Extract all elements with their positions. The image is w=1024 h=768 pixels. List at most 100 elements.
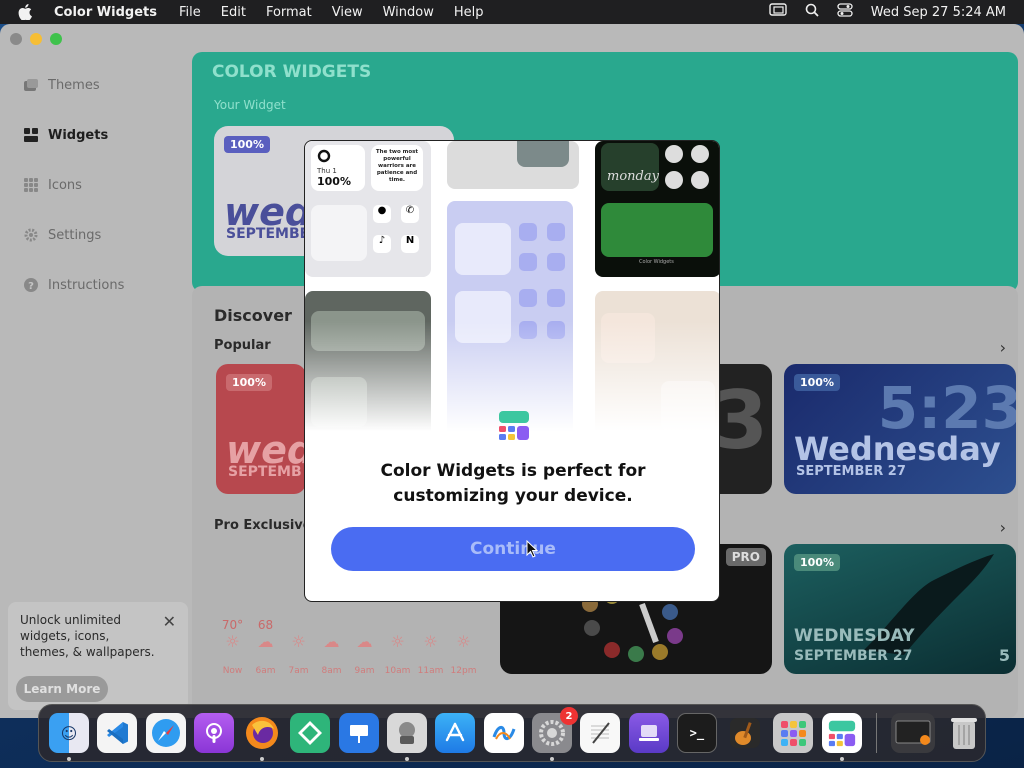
dock-terminal-icon[interactable]: >_ [676, 713, 717, 753]
sidebar-item-label: Settings [48, 227, 102, 243]
sun-icon: ☼ [291, 632, 306, 651]
weather-hour: 68 ☁ 6am [249, 618, 282, 676]
notification-badge: 2 [559, 707, 578, 725]
dock-firefox-icon[interactable] [242, 713, 282, 761]
menu-bar: Color Widgets File Edit Format View Wind… [0, 0, 1024, 24]
weather-hour: ☁ 9am [348, 618, 381, 676]
minimize-window-button[interactable] [30, 33, 42, 45]
window-controls [10, 33, 62, 45]
pro-badge: PRO [725, 548, 766, 566]
dock-freeform-icon[interactable] [483, 713, 524, 753]
dock-trash-icon[interactable] [944, 713, 984, 753]
dock-color-widgets-icon[interactable] [821, 713, 862, 761]
battery-badge: 100% [226, 374, 272, 391]
weather-hour: ☼ 10am [381, 618, 414, 676]
dock-system-settings-icon[interactable]: 2 [531, 707, 578, 761]
close-icon[interactable]: ✕ [163, 612, 176, 631]
sidebar-item-label: Themes [48, 77, 100, 93]
weather-time: 9am [354, 666, 375, 676]
preview-app-icons: ● ✆ ♪ N [373, 205, 423, 265]
color-widgets-logo-icon [499, 411, 529, 440]
preview-photo-widget [311, 205, 367, 261]
popular-widget-red[interactable]: 100% wed SEPTEMB [216, 364, 306, 494]
apple-menu-icon[interactable] [18, 4, 32, 20]
weather-time: 6am [255, 666, 276, 676]
learn-more-button[interactable]: Learn More [16, 676, 108, 702]
pro-widget-whale[interactable]: 100% WEDNESDAY SEPTEMBER 27 5 [784, 544, 1016, 674]
weather-widget[interactable]: 70° ☼ Now 68 ☁ 6am ☼ 7am ☁ 8am ☁ 9am ☼ 1… [216, 618, 480, 676]
dock-separator [876, 713, 878, 753]
spotlight-search-icon[interactable] [805, 3, 819, 21]
continue-button[interactable]: Continue [331, 527, 695, 571]
menu-format[interactable]: Format [266, 5, 312, 20]
menu-edit[interactable]: Edit [221, 5, 246, 20]
your-widget-label: Your Widget [214, 98, 286, 112]
sidebar-item-settings[interactable]: Settings [8, 210, 188, 260]
onboarding-dialog: Thu 1 100% The two most powerful warrior… [304, 140, 720, 602]
sidebar-item-themes[interactable]: Themes [8, 60, 188, 110]
battery-badge: 100% [794, 374, 840, 391]
popular-label: Popular [214, 338, 271, 353]
sidebar-item-widgets[interactable]: Widgets [8, 110, 188, 160]
sidebar: Themes Widgets Icons Settings ? Instruct… [8, 60, 188, 340]
preview-phone-dark: monday Color Widgets [595, 141, 719, 277]
weather-hour: ☁ 8am [315, 618, 348, 676]
weather-hour: 70° ☼ Now [216, 618, 249, 676]
onboarding-message: Color Widgets is perfect for customizing… [380, 461, 646, 506]
app-name-menu[interactable]: Color Widgets [54, 5, 157, 20]
menu-file[interactable]: File [179, 5, 201, 20]
weather-time: 10am [384, 666, 411, 676]
dock-app-store-icon[interactable] [435, 713, 476, 753]
svg-text:?: ? [28, 281, 34, 292]
sun-icon: ☼ [456, 632, 471, 651]
page-title: COLOR WIDGETS [212, 62, 372, 82]
menu-help[interactable]: Help [454, 5, 484, 20]
preview-quote-widget: The two most powerful warriors are patie… [371, 145, 423, 191]
dock-safari-icon[interactable] [145, 713, 186, 753]
weather-hour: ☼ 12pm [447, 618, 480, 676]
widget-day: Wednesday [794, 430, 1001, 468]
dock-keynote-icon[interactable] [338, 713, 379, 753]
weather-temp: 70° [221, 618, 244, 632]
sidebar-item-icons[interactable]: Icons [8, 160, 188, 210]
popular-chevron-right-icon[interactable]: › [1000, 338, 1006, 357]
help-icon: ? [22, 276, 40, 294]
sidebar-item-label: Icons [48, 177, 82, 193]
dock-garageband-icon[interactable] [725, 713, 765, 753]
dock-podcasts-icon[interactable] [193, 713, 234, 753]
battery-badge: 100% [794, 554, 840, 571]
widgets-icon [22, 126, 40, 144]
dock-vscode-icon[interactable] [97, 713, 138, 753]
widget-date: SEPTEMBE [226, 226, 310, 242]
dock-apple-configurator-icon[interactable] [628, 713, 669, 753]
dock-finder-icon[interactable]: ☺ [49, 713, 89, 761]
dock-recent-window-icon[interactable] [891, 713, 936, 753]
sidebar-item-label: Widgets [48, 127, 109, 143]
dock-launchpad-icon[interactable] [773, 713, 814, 753]
close-window-button[interactable] [10, 33, 22, 45]
sun-icon: ☼ [225, 632, 240, 651]
preview-thu: Thu 1 [317, 167, 337, 175]
menu-window[interactable]: Window [383, 5, 434, 20]
dock-tasks-icon[interactable] [290, 713, 331, 753]
control-center-icon[interactable] [837, 3, 853, 21]
sun-icon: ☼ [390, 632, 405, 651]
unlock-banner-text: Unlock unlimited widgets, icons, themes,… [20, 613, 155, 659]
pro-chevron-right-icon[interactable]: › [1000, 518, 1006, 537]
sidebar-item-label: Instructions [48, 277, 125, 293]
menu-view[interactable]: View [332, 5, 363, 20]
popular-widget-blue[interactable]: 5:23 100% Wednesday SEPTEMBER 27 [784, 364, 1016, 494]
screen-mirroring-icon[interactable] [769, 3, 787, 21]
menu-bar-clock[interactable]: Wed Sep 27 5:24 AM [871, 5, 1006, 20]
widget-number: 5 [998, 646, 1010, 665]
preview-phone-white: Thu 1 100% The two most powerful warrior… [305, 141, 431, 277]
weather-time: 8am [321, 666, 342, 676]
dock-automator-icon[interactable] [387, 713, 428, 761]
dock-textedit-icon[interactable] [580, 713, 621, 753]
preview-clock-widget [455, 223, 511, 275]
sidebar-item-instructions[interactable]: ? Instructions [8, 260, 188, 310]
weather-hour: ☼ 7am [282, 618, 315, 676]
cloud-icon: ☁ [356, 632, 373, 651]
zoom-window-button[interactable] [50, 33, 62, 45]
icons-grid-icon [22, 176, 40, 194]
